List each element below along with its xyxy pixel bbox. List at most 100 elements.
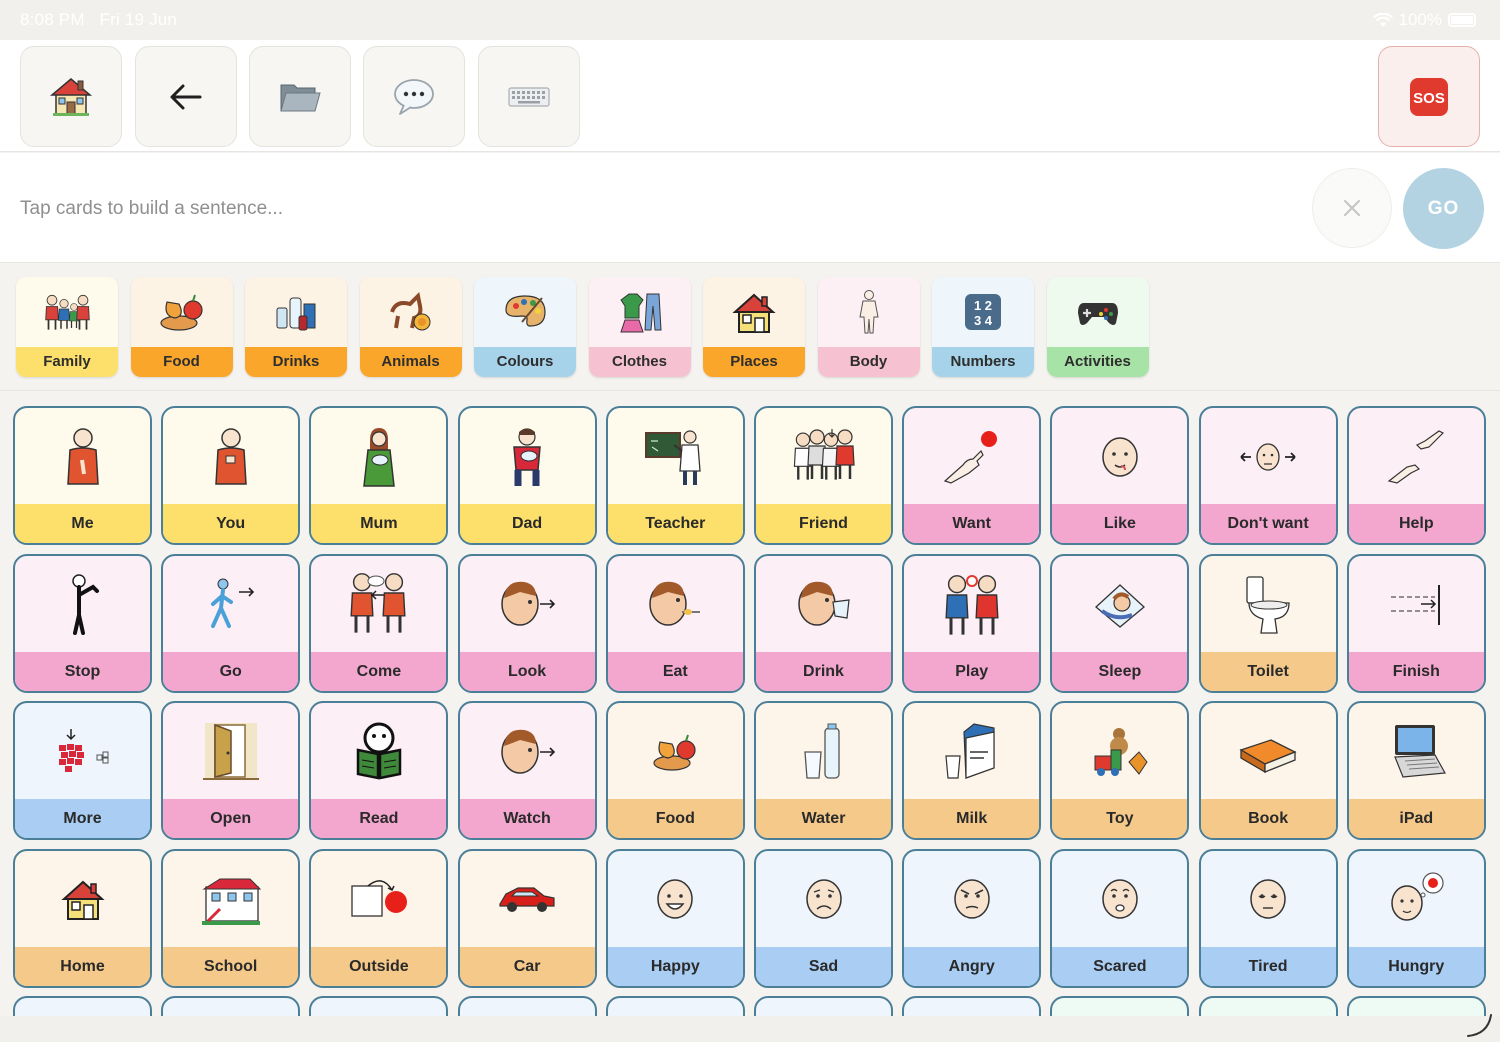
folder-button[interactable]	[249, 46, 351, 147]
sos-button[interactable]: SOS	[1378, 46, 1480, 147]
card-label: Come	[311, 651, 447, 691]
category-label: Animals	[359, 347, 462, 377]
card-milk[interactable]: Milk	[902, 701, 1042, 840]
home-button[interactable]	[20, 46, 122, 147]
more-icon	[15, 703, 150, 800]
category-label: Places	[703, 347, 805, 377]
category-body[interactable]: Body	[817, 277, 920, 377]
card-partial[interactable]	[1050, 996, 1190, 1016]
hungry-face-icon	[1349, 851, 1484, 948]
card-tired[interactable]: Tired	[1198, 848, 1338, 988]
category-places[interactable]: Places	[703, 277, 805, 377]
go-button[interactable]: GO	[1403, 168, 1484, 249]
category-drinks[interactable]: Drinks	[245, 277, 347, 377]
card-mum[interactable]: Mum	[309, 406, 449, 545]
card-more[interactable]: More	[13, 701, 152, 840]
sentence-input[interactable]	[20, 198, 920, 220]
card-label: Scared	[1052, 946, 1188, 986]
card-label: Outside	[311, 946, 447, 986]
card-sleep[interactable]: Sleep	[1050, 553, 1190, 693]
category-animals[interactable]: Animals	[359, 277, 462, 377]
card-stop[interactable]: Stop	[13, 553, 152, 693]
card-don-t-want[interactable]: Don't want	[1198, 406, 1338, 545]
category-colours[interactable]: Colours	[474, 277, 576, 377]
back-button[interactable]	[135, 46, 237, 147]
card-partial[interactable]	[161, 996, 301, 1016]
card-car[interactable]: Car	[457, 848, 597, 988]
category-numbers[interactable]: 1 23 4 Numbers	[932, 277, 1034, 377]
card-come[interactable]: Come	[309, 553, 449, 693]
card-label: Toy	[1052, 799, 1188, 838]
card-toy[interactable]: Toy	[1050, 701, 1190, 840]
category-clothes[interactable]: Clothes	[588, 277, 691, 377]
card-eat[interactable]: Eat	[605, 553, 745, 693]
speech-button[interactable]	[363, 46, 465, 147]
card-watch[interactable]: Watch	[457, 701, 597, 840]
card-partial[interactable]	[457, 996, 597, 1016]
card-ipad[interactable]: iPad	[1346, 701, 1486, 840]
card-teacher[interactable]: Teacher	[605, 406, 745, 545]
card-sad[interactable]: Sad	[754, 848, 893, 988]
status-time-date: 8:08 PM Fri 19 Jun	[20, 10, 177, 30]
card-toilet[interactable]: Toilet	[1198, 553, 1338, 693]
card-scared[interactable]: Scared	[1050, 848, 1190, 988]
card-label: Friend	[756, 504, 891, 543]
card-happy[interactable]: Happy	[605, 848, 745, 988]
card-friend[interactable]: Friend	[754, 406, 893, 545]
card-label: Angry	[904, 946, 1040, 986]
card-school[interactable]: School	[161, 848, 301, 988]
card-dad[interactable]: Dad	[457, 406, 597, 545]
card-go[interactable]: Go	[161, 553, 301, 693]
outside-icon	[311, 851, 446, 948]
bottom-bar	[0, 1014, 1500, 1042]
angry-face-icon	[904, 851, 1039, 948]
category-activities[interactable]: Activities	[1046, 277, 1149, 377]
card-play[interactable]: Play	[902, 553, 1042, 693]
card-label: Help	[1348, 504, 1484, 543]
status-date: Fri 19 Jun	[99, 10, 178, 29]
resize-handle-icon[interactable]	[1464, 1012, 1494, 1038]
card-water[interactable]: Water	[754, 701, 893, 840]
card-label: Look	[459, 651, 595, 691]
card-want[interactable]: Want	[902, 406, 1042, 545]
card-label: Go	[163, 651, 299, 691]
laptop-icon	[1349, 703, 1484, 800]
card-outside[interactable]: Outside	[309, 848, 449, 988]
card-angry[interactable]: Angry	[902, 848, 1042, 988]
clear-button[interactable]	[1312, 168, 1392, 248]
arrow-left-icon	[170, 84, 202, 109]
play-icon	[904, 556, 1039, 653]
svg-text:1 2: 1 2	[974, 298, 992, 313]
card-label: Me	[15, 504, 150, 543]
card-finish[interactable]: Finish	[1346, 553, 1486, 693]
card-label: Want	[904, 504, 1040, 543]
happy-face-icon	[608, 851, 743, 948]
category-food[interactable]: Food	[130, 277, 233, 377]
card-like[interactable]: Like	[1050, 406, 1190, 545]
card-me[interactable]: Me	[13, 406, 152, 545]
card-open[interactable]: Open	[161, 701, 301, 840]
card-you[interactable]: You	[161, 406, 301, 545]
card-partial[interactable]	[902, 996, 1042, 1016]
card-partial[interactable]	[1198, 996, 1338, 1016]
card-home[interactable]: Home	[13, 848, 152, 988]
card-help[interactable]: Help	[1346, 406, 1486, 545]
keyboard-button[interactable]	[478, 46, 580, 147]
palette-icon	[474, 277, 576, 347]
sentence-bar: GO	[0, 153, 1500, 263]
card-partial[interactable]	[754, 996, 893, 1016]
card-partial[interactable]	[309, 996, 449, 1016]
card-partial[interactable]	[13, 996, 152, 1016]
card-label: Dad	[459, 504, 595, 543]
card-partial[interactable]	[605, 996, 745, 1016]
card-hungry[interactable]: Hungry	[1346, 848, 1486, 988]
go-icon	[163, 556, 298, 653]
card-food[interactable]: Food	[605, 701, 745, 840]
friend-icon	[756, 408, 891, 505]
card-read[interactable]: Read	[309, 701, 449, 840]
card-look[interactable]: Look	[457, 553, 597, 693]
card-drink[interactable]: Drink	[754, 553, 893, 693]
you-icon	[163, 408, 298, 505]
category-family[interactable]: Family	[16, 277, 118, 377]
card-book[interactable]: Book	[1198, 701, 1338, 840]
